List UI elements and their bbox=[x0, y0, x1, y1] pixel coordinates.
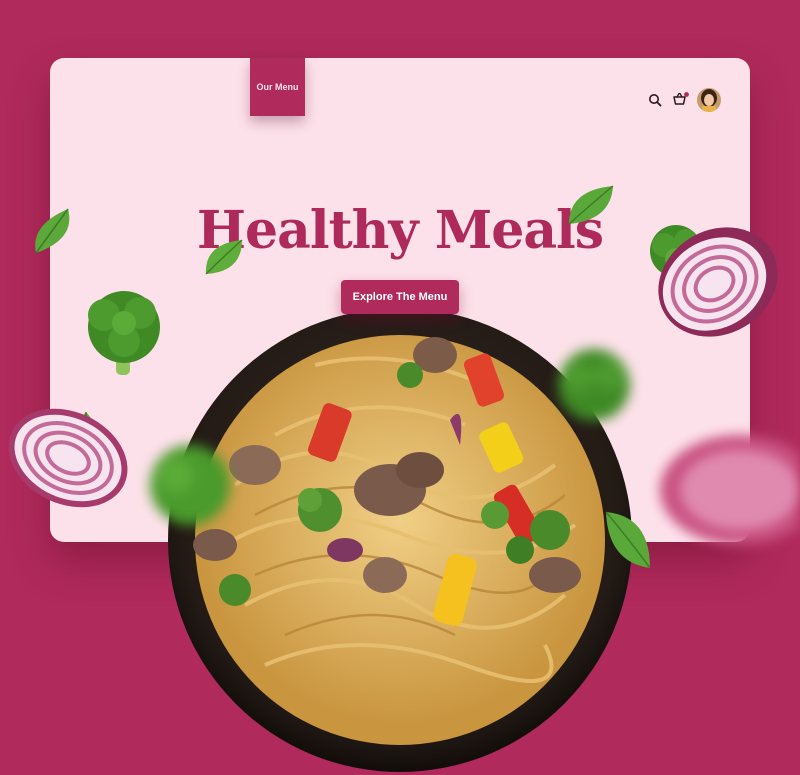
red-onion-icon bbox=[8, 408, 128, 508]
red-onion-icon bbox=[660, 435, 800, 545]
user-avatar[interactable] bbox=[697, 88, 721, 112]
search-icon[interactable] bbox=[648, 93, 662, 107]
our-menu-tab[interactable]: Our Menu bbox=[250, 58, 305, 116]
mint-leaf-icon bbox=[568, 185, 614, 225]
mint-leaf-icon bbox=[605, 511, 651, 569]
our-menu-label: Our Menu bbox=[256, 82, 299, 92]
broccoli-icon bbox=[558, 349, 630, 421]
explore-menu-button[interactable]: Explore The Menu bbox=[341, 280, 459, 314]
mint-leaf-icon bbox=[35, 208, 70, 254]
mint-leaf-icon bbox=[205, 239, 243, 275]
red-onion-icon bbox=[658, 227, 778, 337]
broccoli-icon bbox=[88, 291, 160, 375]
basket-icon[interactable] bbox=[672, 91, 690, 107]
broccoli-icon bbox=[150, 445, 230, 525]
